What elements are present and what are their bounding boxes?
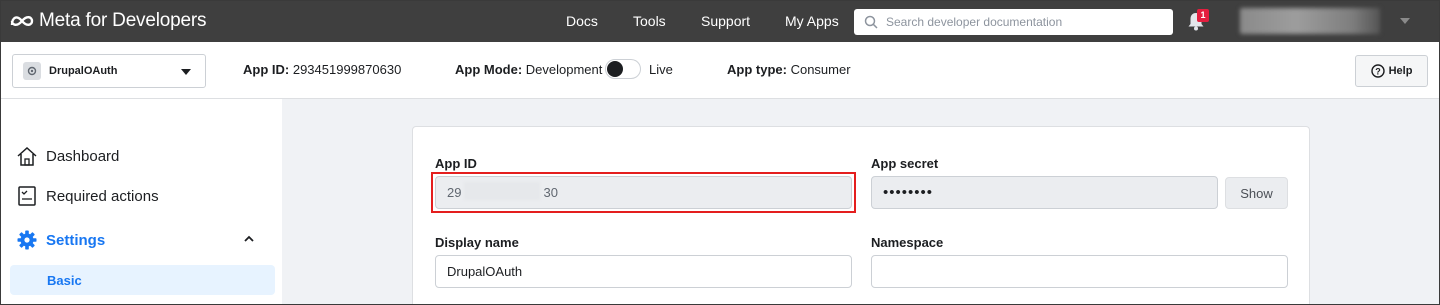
- sidebar: Dashboard Required actions Settings Basi…: [0, 99, 282, 305]
- app-header-bar: DrupalOAuth: [0, 42, 1440, 99]
- app-mode-value: Development: [525, 62, 603, 77]
- help-button[interactable]: ? Help: [1355, 55, 1428, 87]
- display-name-field[interactable]: DrupalOAuth: [435, 255, 852, 288]
- meta-infinity-icon: [10, 16, 34, 26]
- app-id-value: 293451999870630: [292, 62, 402, 77]
- nav-docs[interactable]: Docs: [566, 13, 598, 29]
- nav-tools[interactable]: Tools: [633, 13, 666, 29]
- namespace-label: Namespace: [871, 235, 944, 250]
- help-label: Help: [1388, 65, 1413, 77]
- search-box[interactable]: [854, 9, 1173, 35]
- user-account-blurred[interactable]: [1240, 8, 1380, 34]
- app-selector-dropdown[interactable]: DrupalOAuth: [12, 54, 206, 88]
- search-icon: [864, 15, 878, 29]
- checklist-icon: [18, 186, 36, 206]
- top-navigation-bar: Meta for Developers Docs Tools Support M…: [0, 0, 1440, 42]
- app-name: DrupalOAuth: [49, 65, 118, 77]
- svg-text:?: ?: [1375, 67, 1381, 77]
- app-mode-info: App Mode: Development: [455, 62, 603, 77]
- help-circle-icon: ?: [1370, 64, 1385, 78]
- app-gear-icon: [23, 62, 41, 80]
- app-mode-live-label: Live: [649, 62, 673, 77]
- show-secret-button[interactable]: Show: [1225, 177, 1288, 209]
- display-name-label: Display name: [435, 235, 519, 250]
- display-name-value: DrupalOAuth: [447, 264, 523, 279]
- namespace-field[interactable]: [871, 255, 1288, 288]
- notification-badge: 1: [1197, 9, 1209, 22]
- toggle-knob: [607, 61, 623, 77]
- sidebar-item-basic[interactable]: Basic: [10, 265, 275, 295]
- chevron-down-icon: [181, 69, 191, 75]
- app-secret-field[interactable]: ••••••••: [871, 176, 1218, 209]
- nav-support[interactable]: Support: [701, 13, 750, 29]
- app-id-highlight-box: [431, 172, 856, 213]
- gear-icon: [17, 230, 37, 250]
- chevron-down-icon[interactable]: [1400, 18, 1410, 24]
- sidebar-item-dashboard[interactable]: Dashboard: [16, 145, 119, 167]
- app-type-info: App type: Consumer: [727, 62, 851, 77]
- app-secret-label: App secret: [871, 156, 939, 171]
- sidebar-item-required-actions[interactable]: Required actions: [16, 185, 159, 207]
- app-type-value: Consumer: [790, 62, 851, 77]
- sidebar-item-settings[interactable]: Settings: [16, 229, 105, 251]
- search-input[interactable]: [886, 15, 1156, 29]
- home-icon: [17, 146, 37, 166]
- app-id-label: App ID: [435, 156, 477, 171]
- app-mode-toggle[interactable]: [605, 59, 641, 79]
- brand-text: Meta for Developers: [39, 10, 207, 31]
- chevron-up-icon[interactable]: [244, 235, 254, 242]
- meta-logo[interactable]: Meta for Developers: [9, 10, 206, 32]
- app-secret-value: ••••••••: [883, 184, 934, 201]
- app-id-info: App ID: 293451999870630: [243, 62, 402, 77]
- nav-my-apps[interactable]: My Apps: [785, 13, 839, 29]
